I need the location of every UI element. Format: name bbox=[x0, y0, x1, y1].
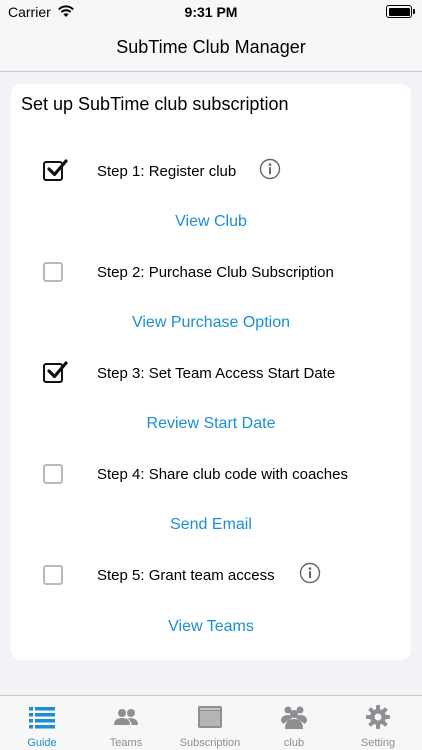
tab-label: club bbox=[283, 737, 305, 749]
step-5-label: Step 5: Grant team access bbox=[97, 567, 275, 584]
setup-card: Set up SubTime club subscription Step 1:… bbox=[11, 84, 411, 660]
view-purchase-option-link[interactable]: View Purchase Option bbox=[11, 314, 411, 332]
send-email-link[interactable]: Send Email bbox=[11, 516, 411, 534]
tab-setting[interactable]: Setting bbox=[336, 696, 420, 750]
gear-icon bbox=[366, 705, 390, 729]
card-title: Set up SubTime club subscription bbox=[21, 94, 289, 114]
tab-bar: Guide Teams Subscription club Setting bbox=[0, 695, 422, 750]
status-bar: Carrier 9:31 PM bbox=[0, 0, 422, 24]
step-row-1: Step 1: Register club bbox=[11, 157, 411, 187]
tab-label: Setting bbox=[360, 737, 396, 749]
view-teams-link[interactable]: View Teams bbox=[11, 618, 411, 636]
step-row-5: Step 5: Grant team access bbox=[11, 561, 411, 591]
people-icon bbox=[114, 709, 138, 725]
info-icon[interactable] bbox=[299, 562, 321, 584]
step-row-2: Step 2: Purchase Club Subscription bbox=[11, 258, 411, 288]
checkmark-icon bbox=[47, 159, 68, 177]
subscription-icon bbox=[198, 706, 222, 728]
step-5-checkbox[interactable] bbox=[43, 565, 63, 585]
tab-teams[interactable]: Teams bbox=[84, 696, 168, 750]
step-row-3: Step 3: Set Team Access Start Date bbox=[11, 359, 411, 389]
tab-label: Teams bbox=[109, 737, 143, 749]
checkmark-icon bbox=[47, 361, 68, 379]
step-4-label: Step 4: Share club code with coaches bbox=[97, 466, 348, 483]
tab-label: Subscription bbox=[179, 737, 241, 749]
info-icon[interactable] bbox=[259, 158, 281, 180]
tab-club[interactable]: club bbox=[252, 696, 336, 750]
tab-guide[interactable]: Guide bbox=[0, 696, 84, 750]
step-1-checkbox[interactable] bbox=[43, 159, 68, 181]
step-1-label: Step 1: Register club bbox=[97, 163, 237, 180]
list-icon bbox=[29, 707, 55, 729]
view-club-link[interactable]: View Club bbox=[11, 213, 411, 231]
step-2-label: Step 2: Purchase Club Subscription bbox=[97, 264, 334, 281]
step-2-checkbox[interactable] bbox=[43, 262, 63, 282]
tab-subscription[interactable]: Subscription bbox=[168, 696, 252, 750]
status-time: 9:31 PM bbox=[184, 4, 238, 20]
group-icon bbox=[281, 706, 307, 729]
tab-label: Guide bbox=[27, 737, 57, 749]
step-3-checkbox[interactable] bbox=[43, 361, 68, 383]
navigation-bar: SubTime Club Manager bbox=[0, 24, 422, 72]
step-3-label: Step 3: Set Team Access Start Date bbox=[97, 365, 336, 382]
battery-icon bbox=[386, 5, 415, 18]
review-start-date-link[interactable]: Review Start Date bbox=[11, 415, 411, 433]
step-row-4: Step 4: Share club code with coaches bbox=[11, 460, 411, 490]
page-title: SubTime Club Manager bbox=[116, 37, 306, 57]
step-4-checkbox[interactable] bbox=[43, 464, 63, 484]
